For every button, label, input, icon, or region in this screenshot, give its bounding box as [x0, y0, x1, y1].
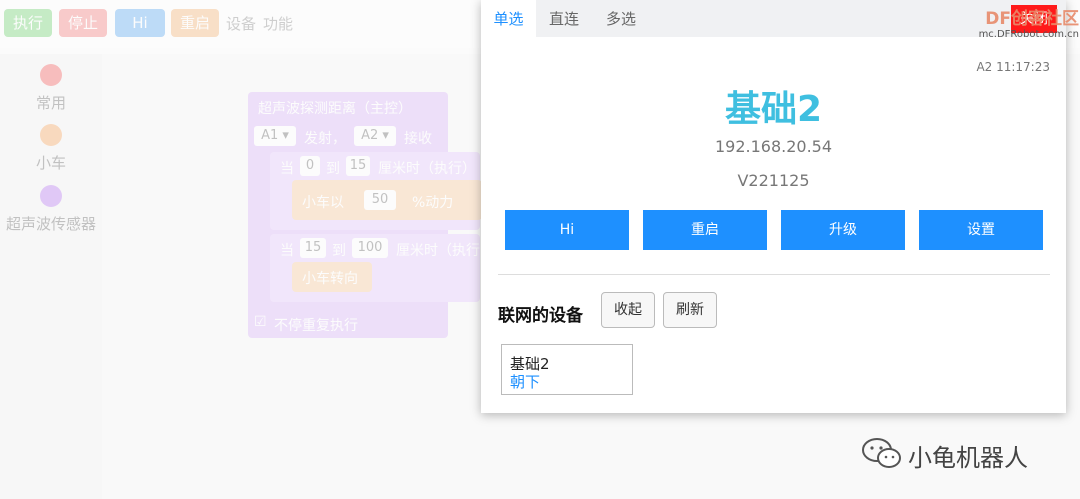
power-field[interactable]: 50: [364, 190, 396, 210]
cm-exec-label-2: 厘米时（执行: [396, 243, 480, 259]
device-ip: 192.168.20.54: [714, 137, 833, 156]
refresh-button[interactable]: 刷新: [663, 292, 717, 328]
settings-action-button[interactable]: 设置: [919, 210, 1043, 250]
loop-checkbox[interactable]: ☑: [254, 314, 267, 330]
category-car[interactable]: 小车: [0, 124, 102, 173]
car-with-label: 小车以: [302, 195, 344, 211]
block-hat-label: 超声波探测距离（主控）: [258, 101, 412, 117]
hi-action-button[interactable]: Hi: [505, 210, 629, 250]
timestamp: A2 11:17:23: [976, 60, 1050, 74]
to-label: 到: [326, 161, 340, 177]
hi-button[interactable]: Hi: [115, 9, 165, 37]
df-watermark: DF创客社区 mc.DFRobot.com.cn: [963, 4, 1079, 40]
category-dot-icon: [40, 64, 62, 86]
menu-device[interactable]: 设备: [226, 13, 256, 34]
author-name: 小龟机器人: [908, 444, 1028, 472]
category-ultrasonic[interactable]: 超声波传感器: [0, 185, 102, 234]
tab-multi[interactable]: 多选: [592, 0, 650, 37]
device-card[interactable]: 基础2 朝下: [501, 344, 633, 395]
loop-label: 不停重复执行: [274, 318, 358, 334]
category-label: 超声波传感器: [5, 215, 96, 233]
when-label-2: 当: [280, 243, 294, 259]
tab-direct[interactable]: 直连: [538, 0, 590, 37]
wechat-icon: [862, 438, 901, 468]
car-turn-label: 小车转向: [302, 271, 358, 287]
watermark-url: mc.DFRobot.com.cn: [978, 29, 1079, 40]
range1-min-field[interactable]: 0: [300, 156, 320, 176]
port-a-dropdown[interactable]: A1 ▾: [254, 126, 296, 146]
section-divider: [498, 274, 1050, 275]
when-label: 当: [280, 161, 294, 177]
collapse-button[interactable]: 收起: [601, 292, 655, 328]
restart-button[interactable]: 重启: [171, 9, 219, 37]
stop-button[interactable]: 停止: [59, 9, 107, 37]
device-card-status: 朝下: [510, 373, 541, 391]
port-a-value: A1: [261, 128, 279, 143]
port-b-dropdown[interactable]: A2 ▾: [354, 126, 396, 146]
device-panel: 单选 直连 多选 关闭 DF创客社区 mc.DFRobot.com.cn A2 …: [481, 0, 1079, 413]
watermark-logo-text: DF创客社区: [985, 9, 1079, 29]
run-button[interactable]: 执行: [4, 9, 52, 37]
category-common[interactable]: 常用: [0, 64, 102, 113]
tab-single[interactable]: 单选: [481, 0, 536, 37]
category-sidebar: 常用 小车 超声波传感器: [0, 54, 102, 499]
power-unit-label: %动力: [412, 195, 454, 211]
port-b-value: A2: [361, 128, 379, 143]
range2-max-field[interactable]: 100: [352, 238, 388, 258]
category-label: 常用: [35, 94, 66, 112]
category-label: 小车: [35, 154, 66, 172]
category-dot-icon: [40, 124, 62, 146]
send-label: 发射，: [304, 131, 346, 147]
restart-action-button[interactable]: 重启: [643, 210, 767, 250]
networked-devices-title: 联网的设备: [498, 306, 583, 326]
receive-label: 接收: [404, 131, 432, 147]
range1-max-field[interactable]: 15: [346, 156, 370, 176]
device-version: V221125: [737, 171, 810, 190]
menu-function[interactable]: 功能: [263, 13, 293, 34]
device-title: 基础2: [724, 89, 823, 130]
category-dot-icon: [40, 185, 62, 207]
upgrade-action-button[interactable]: 升级: [781, 210, 905, 250]
cm-exec-label: 厘米时（执行）: [378, 161, 476, 177]
range2-min-field[interactable]: 15: [300, 238, 326, 258]
to-label-2: 到: [332, 243, 346, 259]
